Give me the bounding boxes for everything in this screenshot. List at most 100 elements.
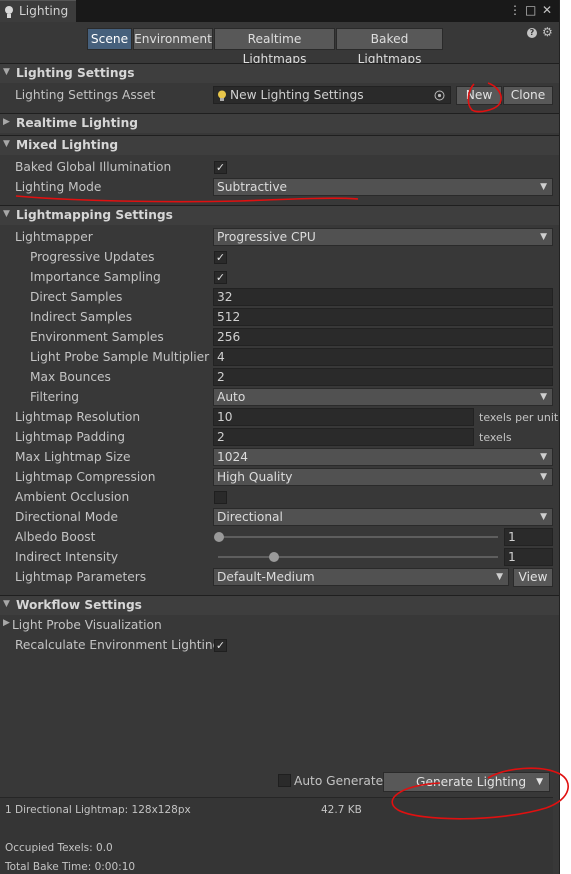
filtering-value: Auto: [217, 390, 246, 404]
max-lightmap-size-dropdown[interactable]: 1024 ▼: [213, 448, 553, 466]
object-picker-icon[interactable]: [434, 90, 445, 101]
lightmapper-dropdown[interactable]: Progressive CPU ▼: [213, 228, 553, 246]
lightmap-compression-dropdown[interactable]: High Quality ▼: [213, 468, 553, 486]
filtering-dropdown[interactable]: Auto ▼: [213, 388, 553, 406]
lightmap-resolution-input[interactable]: 10: [213, 408, 474, 426]
lightmap-parameters-dropdown[interactable]: Default-Medium ▼: [213, 568, 509, 586]
lighting-toolbar: Scene Environment Realtime Lightmaps Bak…: [0, 22, 559, 66]
progressive-updates-checkbox[interactable]: ✓: [214, 251, 227, 264]
chevron-down-icon: ▼: [540, 452, 547, 462]
tab-realtime-lightmaps[interactable]: Realtime Lightmaps: [214, 28, 335, 66]
checkmark-icon: ✓: [215, 639, 226, 652]
importance-sampling-label: Importance Sampling: [30, 270, 161, 284]
indirect-intensity-label: Indirect Intensity: [15, 550, 119, 564]
generate-lighting-button[interactable]: Generate Lighting ▼: [383, 772, 550, 792]
occupied-texels: Occupied Texels: 0.0: [5, 842, 113, 854]
parameters-value: Default-Medium: [217, 570, 315, 584]
gear-icon[interactable]: ⚙: [542, 25, 553, 39]
recalc-env-lighting-checkbox[interactable]: ✓: [214, 639, 227, 652]
section-title: Mixed Lighting: [16, 138, 119, 152]
chevron-down-icon[interactable]: ▼: [536, 773, 543, 791]
max-bounces-input[interactable]: 2: [213, 368, 553, 386]
chevron-down-icon: ▼: [540, 472, 547, 482]
light-probe-visualization-foldout[interactable]: Light Probe Visualization: [12, 618, 162, 632]
ambient-occlusion-label: Ambient Occlusion: [15, 490, 130, 504]
lightbulb-asset-icon: [218, 90, 226, 101]
view-parameters-button[interactable]: View: [513, 568, 553, 587]
max-bounces-label: Max Bounces: [30, 370, 111, 384]
probe-multiplier-label: Light Probe Sample Multiplier: [30, 350, 210, 364]
lightmap-padding-input[interactable]: 2: [213, 428, 474, 446]
direct-samples-input[interactable]: 32: [213, 288, 553, 306]
close-icon[interactable]: ✕: [542, 3, 552, 17]
auto-generate-checkbox[interactable]: [278, 774, 291, 787]
auto-generate-label: Auto Generate: [294, 774, 384, 788]
window-tab-bar: Lighting ⋮ □ ✕: [0, 0, 559, 22]
section-realtime-lighting[interactable]: ▶ Realtime Lighting: [0, 113, 559, 133]
help-icon[interactable]: ?: [527, 28, 537, 38]
indirect-samples-input[interactable]: 512: [213, 308, 553, 326]
albedo-boost-slider-handle[interactable]: [214, 532, 224, 542]
expanded-triangle-icon: ▼: [3, 599, 10, 609]
environment-samples-label: Environment Samples: [30, 330, 164, 344]
tab-baked-lightmaps[interactable]: Baked Lightmaps: [336, 28, 443, 66]
lighting-mode-dropdown[interactable]: Subtractive ▼: [213, 178, 553, 196]
section-lightmapping-settings[interactable]: ▼ Lightmapping Settings: [0, 205, 559, 225]
recalc-env-lighting-label: Recalculate Environment Lighting: [15, 638, 221, 652]
new-button[interactable]: New: [456, 86, 502, 105]
lightmapper-value: Progressive CPU: [217, 230, 316, 244]
lighting-mode-value: Subtractive: [217, 180, 288, 194]
filtering-label: Filtering: [30, 390, 80, 404]
outer-background: [559, 0, 571, 874]
clone-button[interactable]: Clone: [503, 86, 553, 105]
expanded-triangle-icon: ▼: [3, 67, 10, 77]
environment-samples-input[interactable]: 256: [213, 328, 553, 346]
max-size-value: 1024: [217, 450, 249, 464]
total-bake-time: Total Bake Time: 0:00:10: [5, 861, 136, 873]
lighting-settings-asset-field[interactable]: New Lighting Settings: [213, 86, 451, 104]
section-workflow-settings[interactable]: ▼ Workflow Settings: [0, 595, 559, 615]
expanded-triangle-icon: ▼: [3, 139, 10, 149]
directional-mode-dropdown[interactable]: Directional ▼: [213, 508, 553, 526]
indirect-samples-label: Indirect Samples: [30, 310, 133, 324]
directional-mode-label: Directional Mode: [15, 510, 118, 524]
chevron-down-icon: ▼: [496, 572, 503, 582]
section-title: Workflow Settings: [16, 598, 142, 612]
section-title: Lighting Settings: [16, 66, 135, 80]
albedo-boost-slider-track[interactable]: [218, 536, 498, 538]
probe-multiplier-input[interactable]: 4: [213, 348, 553, 366]
indirect-intensity-input[interactable]: 1: [504, 548, 553, 566]
ambient-occlusion-checkbox[interactable]: [214, 491, 227, 504]
window-menu-icon[interactable]: ⋮: [509, 3, 521, 17]
lighting-mode-label: Lighting Mode: [15, 180, 102, 194]
lightbulb-icon: [5, 6, 13, 18]
collapsed-triangle-icon[interactable]: ▶: [3, 618, 10, 628]
tab-environment[interactable]: Environment: [133, 28, 213, 50]
albedo-boost-input[interactable]: 1: [504, 528, 553, 546]
lightmap-size: 42.7 KB: [321, 804, 362, 816]
directional-mode-value: Directional: [217, 510, 283, 524]
chevron-down-icon: ▼: [540, 512, 547, 522]
maximize-icon[interactable]: □: [525, 3, 536, 17]
indirect-intensity-slider-handle[interactable]: [269, 552, 279, 562]
lighting-window-tab[interactable]: Lighting: [0, 0, 76, 22]
checkmark-icon: ✓: [215, 161, 226, 174]
bake-stats-panel: 1 Directional Lightmap: 128x128px 42.7 K…: [0, 797, 553, 874]
checkmark-icon: ✓: [215, 271, 226, 284]
baked-gi-checkbox[interactable]: ✓: [214, 161, 227, 174]
section-title: Lightmapping Settings: [16, 208, 173, 222]
tab-scene[interactable]: Scene: [87, 28, 132, 50]
importance-sampling-checkbox[interactable]: ✓: [214, 271, 227, 284]
section-mixed-lighting[interactable]: ▼ Mixed Lighting: [0, 135, 559, 155]
collapsed-triangle-icon: ▶: [3, 117, 10, 127]
lightmapper-label: Lightmapper: [15, 230, 93, 244]
resolution-unit: texels per unit: [479, 411, 559, 424]
section-lighting-settings[interactable]: ▼ Lighting Settings: [0, 63, 559, 83]
expanded-triangle-icon: ▼: [3, 209, 10, 219]
generate-lighting-label: Generate Lighting: [416, 775, 527, 789]
chevron-down-icon: ▼: [540, 232, 547, 242]
lightmap-padding-label: Lightmap Padding: [15, 430, 125, 444]
indirect-intensity-slider-track[interactable]: [218, 556, 498, 558]
lightmap-summary: 1 Directional Lightmap: 128x128px: [5, 804, 191, 816]
section-title: Realtime Lighting: [16, 116, 139, 130]
